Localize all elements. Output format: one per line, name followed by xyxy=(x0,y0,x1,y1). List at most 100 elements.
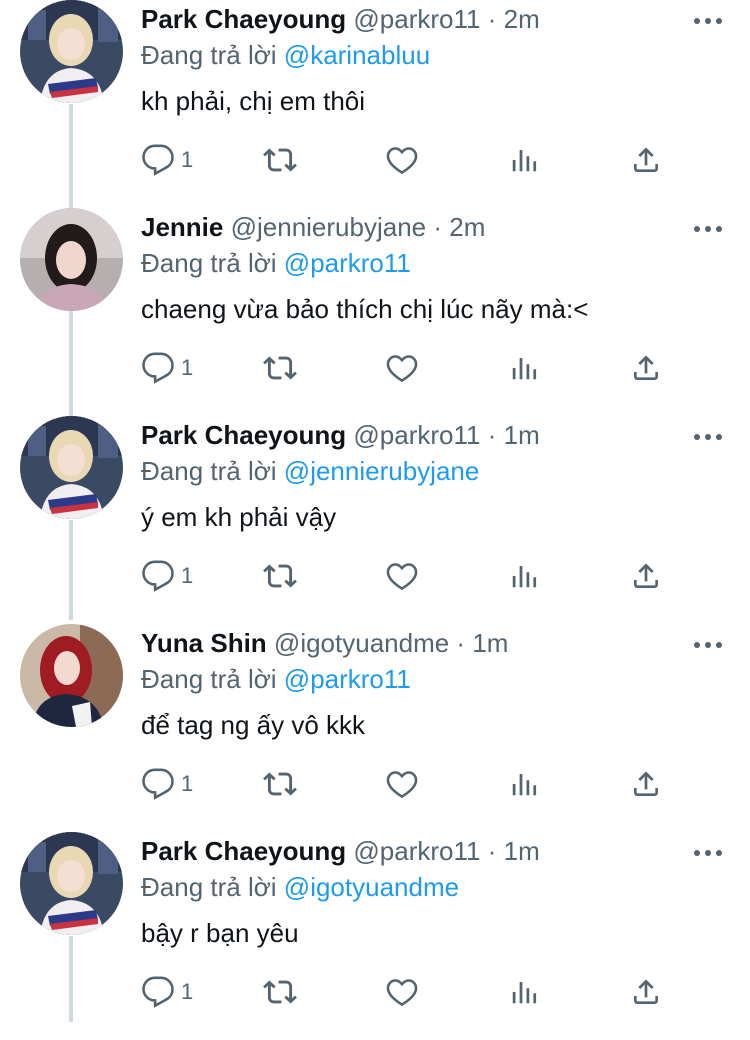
reply-count: 1 xyxy=(181,979,194,1004)
more-icon[interactable] xyxy=(694,226,722,234)
avatar[interactable] xyxy=(20,0,123,103)
display-name[interactable]: Jennie xyxy=(141,212,223,242)
tweet-text: chaeng vừa bảo thích chị lúc nãy mà:< xyxy=(141,294,589,324)
replying-to: Đang trả lời @karinabluu xyxy=(141,38,430,72)
reply-count: 1 xyxy=(181,355,194,380)
reply-button[interactable]: 1 xyxy=(141,350,193,386)
display-name[interactable]: Park Chaeyoung xyxy=(141,420,346,450)
replying-to-label: Đang trả lời xyxy=(141,872,277,902)
replying-to-label: Đang trả lời xyxy=(141,664,277,694)
share-icon xyxy=(630,767,662,801)
more-icon[interactable] xyxy=(694,850,722,858)
share-icon xyxy=(630,559,662,593)
reply-button[interactable]: 1 xyxy=(141,974,193,1010)
reply-mention-link[interactable]: @parkro11 xyxy=(284,664,411,694)
replying-to-label: Đang trả lời xyxy=(141,248,277,278)
more-icon[interactable] xyxy=(694,434,722,442)
tweet-header: Jennie @jennierubyjane · 2m xyxy=(141,210,485,244)
reply-mention-link[interactable]: @igotyuandme xyxy=(284,872,459,902)
reply-icon xyxy=(141,767,175,801)
separator-dot: · xyxy=(480,4,504,34)
tweet-actions: 1 xyxy=(141,558,681,594)
reply-mention-link[interactable]: @jennierubyjane xyxy=(284,456,480,486)
analytics-icon xyxy=(509,353,539,383)
tweet[interactable]: Park Chaeyoung @parkro11 · 2m Đang trả lờ… xyxy=(0,0,750,208)
retweet-button[interactable] xyxy=(261,974,299,1010)
views-button[interactable] xyxy=(509,558,539,594)
separator-dot: · xyxy=(426,212,450,242)
user-handle[interactable]: @parkro11 xyxy=(353,420,480,450)
reply-count: 1 xyxy=(181,771,194,796)
views-button[interactable] xyxy=(509,766,539,802)
share-button[interactable] xyxy=(630,766,662,802)
like-button[interactable] xyxy=(385,766,419,802)
analytics-icon xyxy=(509,561,539,591)
avatar[interactable] xyxy=(20,416,123,519)
like-button[interactable] xyxy=(385,558,419,594)
replying-to-label: Đang trả lời xyxy=(141,40,277,70)
separator-dot: · xyxy=(449,628,473,658)
analytics-icon xyxy=(509,769,539,799)
timestamp[interactable]: 1m xyxy=(504,420,540,450)
reply-icon xyxy=(141,559,175,593)
tweet-header: Yuna Shin @igotyuandme · 1m xyxy=(141,626,508,660)
tweet-header: Park Chaeyoung @parkro11 · 2m xyxy=(141,2,540,36)
retweet-button[interactable] xyxy=(261,766,299,802)
retweet-icon xyxy=(261,143,299,177)
user-handle[interactable]: @jennierubyjane xyxy=(231,212,427,242)
tweet-header: Park Chaeyoung @parkro11 · 1m xyxy=(141,834,540,868)
retweet-button[interactable] xyxy=(261,350,299,386)
display-name[interactable]: Yuna Shin xyxy=(141,628,267,658)
more-icon[interactable] xyxy=(694,18,722,26)
replying-to: Đang trả lời @igotyuandme xyxy=(141,870,459,904)
retweet-icon xyxy=(261,975,299,1009)
tweet[interactable]: Park Chaeyoung @parkro11 · 1m Đang trả lờ… xyxy=(0,832,750,1040)
views-button[interactable] xyxy=(509,974,539,1010)
user-handle[interactable]: @parkro11 xyxy=(353,4,480,34)
reply-icon xyxy=(141,143,175,177)
timestamp[interactable]: 1m xyxy=(472,628,508,658)
timestamp[interactable]: 2m xyxy=(449,212,485,242)
user-handle[interactable]: @parkro11 xyxy=(353,836,480,866)
reply-button[interactable]: 1 xyxy=(141,142,193,178)
heart-icon xyxy=(385,767,419,801)
heart-icon xyxy=(385,351,419,385)
tweet[interactable]: Jennie @jennierubyjane · 2m Đang trả lời … xyxy=(0,208,750,416)
views-button[interactable] xyxy=(509,142,539,178)
retweet-button[interactable] xyxy=(261,558,299,594)
like-button[interactable] xyxy=(385,350,419,386)
replying-to: Đang trả lời @parkro11 xyxy=(141,246,411,280)
like-button[interactable] xyxy=(385,142,419,178)
share-button[interactable] xyxy=(630,558,662,594)
retweet-button[interactable] xyxy=(261,142,299,178)
timestamp[interactable]: 1m xyxy=(504,836,540,866)
reply-mention-link[interactable]: @karinabluu xyxy=(284,40,430,70)
user-handle[interactable]: @igotyuandme xyxy=(274,628,449,658)
reply-icon xyxy=(141,351,175,385)
display-name[interactable]: Park Chaeyoung xyxy=(141,836,346,866)
avatar[interactable] xyxy=(20,208,123,311)
views-button[interactable] xyxy=(509,350,539,386)
tweet[interactable]: Yuna Shin @igotyuandme · 1m Đang trả lời … xyxy=(0,624,750,832)
retweet-icon xyxy=(261,351,299,385)
replying-to: Đang trả lời @jennierubyjane xyxy=(141,454,479,488)
retweet-icon xyxy=(261,767,299,801)
timestamp[interactable]: 2m xyxy=(504,4,540,34)
share-button[interactable] xyxy=(630,142,662,178)
share-button[interactable] xyxy=(630,974,662,1010)
tweet[interactable]: Park Chaeyoung @parkro11 · 1m Đang trả lờ… xyxy=(0,416,750,624)
reply-button[interactable]: 1 xyxy=(141,558,193,594)
reply-mention-link[interactable]: @parkro11 xyxy=(284,248,411,278)
avatar[interactable] xyxy=(20,624,123,727)
reply-count: 1 xyxy=(181,147,194,172)
avatar[interactable] xyxy=(20,832,123,935)
tweet-actions: 1 xyxy=(141,350,681,386)
tweet-text: kh phải, chị em thôi xyxy=(141,86,366,116)
display-name[interactable]: Park Chaeyoung xyxy=(141,4,346,34)
reply-button[interactable]: 1 xyxy=(141,766,193,802)
share-icon xyxy=(630,143,662,177)
share-button[interactable] xyxy=(630,350,662,386)
tweet-actions: 1 xyxy=(141,974,681,1010)
more-icon[interactable] xyxy=(694,642,722,650)
like-button[interactable] xyxy=(385,974,419,1010)
